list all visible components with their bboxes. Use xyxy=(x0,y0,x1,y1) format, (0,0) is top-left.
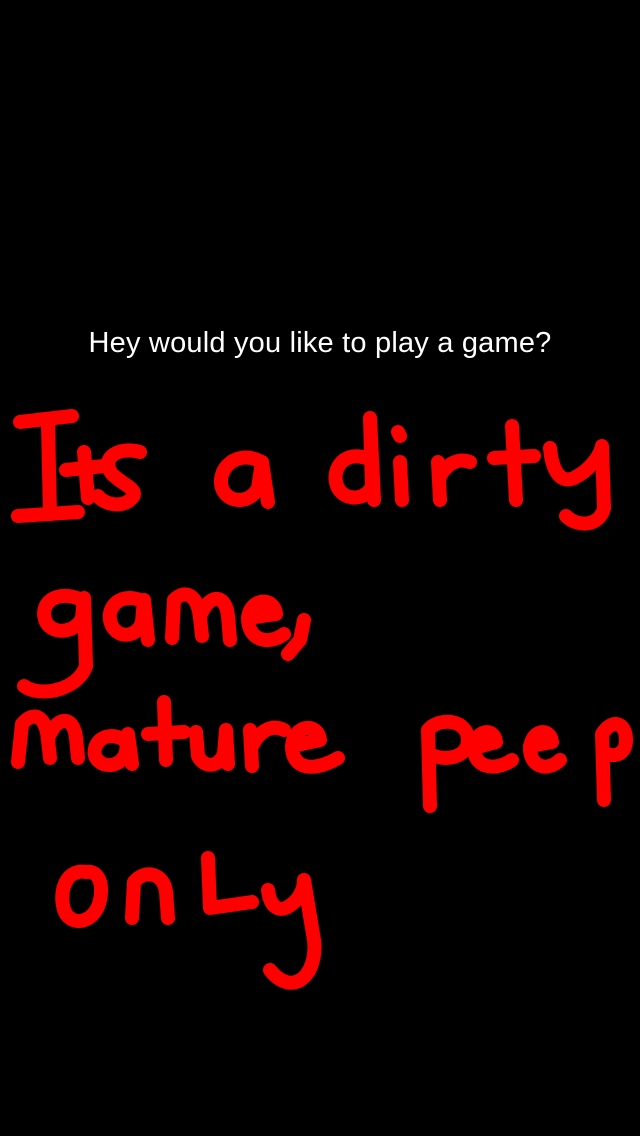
stroke-m xyxy=(165,587,237,647)
stroke-i-dot xyxy=(391,425,407,443)
stroke-p1 xyxy=(421,714,475,813)
drawing-strokes xyxy=(11,409,633,990)
stroke-a3 xyxy=(87,727,139,773)
stroke-t2-cross xyxy=(487,449,541,465)
stroke-e xyxy=(241,594,291,647)
stroke-a2 xyxy=(102,591,155,647)
stroke-s xyxy=(91,443,147,512)
stroke-L xyxy=(201,851,259,915)
stroke-m2 xyxy=(11,709,85,769)
stroke-e3 xyxy=(523,725,567,774)
stroke-g xyxy=(17,588,93,699)
stroke-a1 xyxy=(213,450,275,509)
stroke-I-stem xyxy=(41,417,57,521)
stroke-n xyxy=(125,867,175,925)
stroke-y xyxy=(543,439,611,531)
stroke-r2 xyxy=(243,720,291,773)
handwritten-drawing xyxy=(11,409,633,990)
stroke-u xyxy=(189,723,235,772)
stroke-comma xyxy=(281,613,311,661)
snap-canvas: Hey would you like to play a game? xyxy=(0,0,640,1136)
stroke-y2 xyxy=(261,873,322,990)
stroke-e2 xyxy=(285,720,345,774)
stroke-i-stem xyxy=(393,455,409,507)
stroke-o xyxy=(55,864,108,928)
stroke-d xyxy=(328,411,381,507)
stroke-I-bottom xyxy=(11,505,85,523)
stroke-p1e xyxy=(467,725,519,774)
stroke-t3-cross xyxy=(141,725,191,741)
stroke-p2 xyxy=(595,717,633,807)
stroke-t-cross xyxy=(59,459,111,477)
stroke-r xyxy=(431,453,477,507)
